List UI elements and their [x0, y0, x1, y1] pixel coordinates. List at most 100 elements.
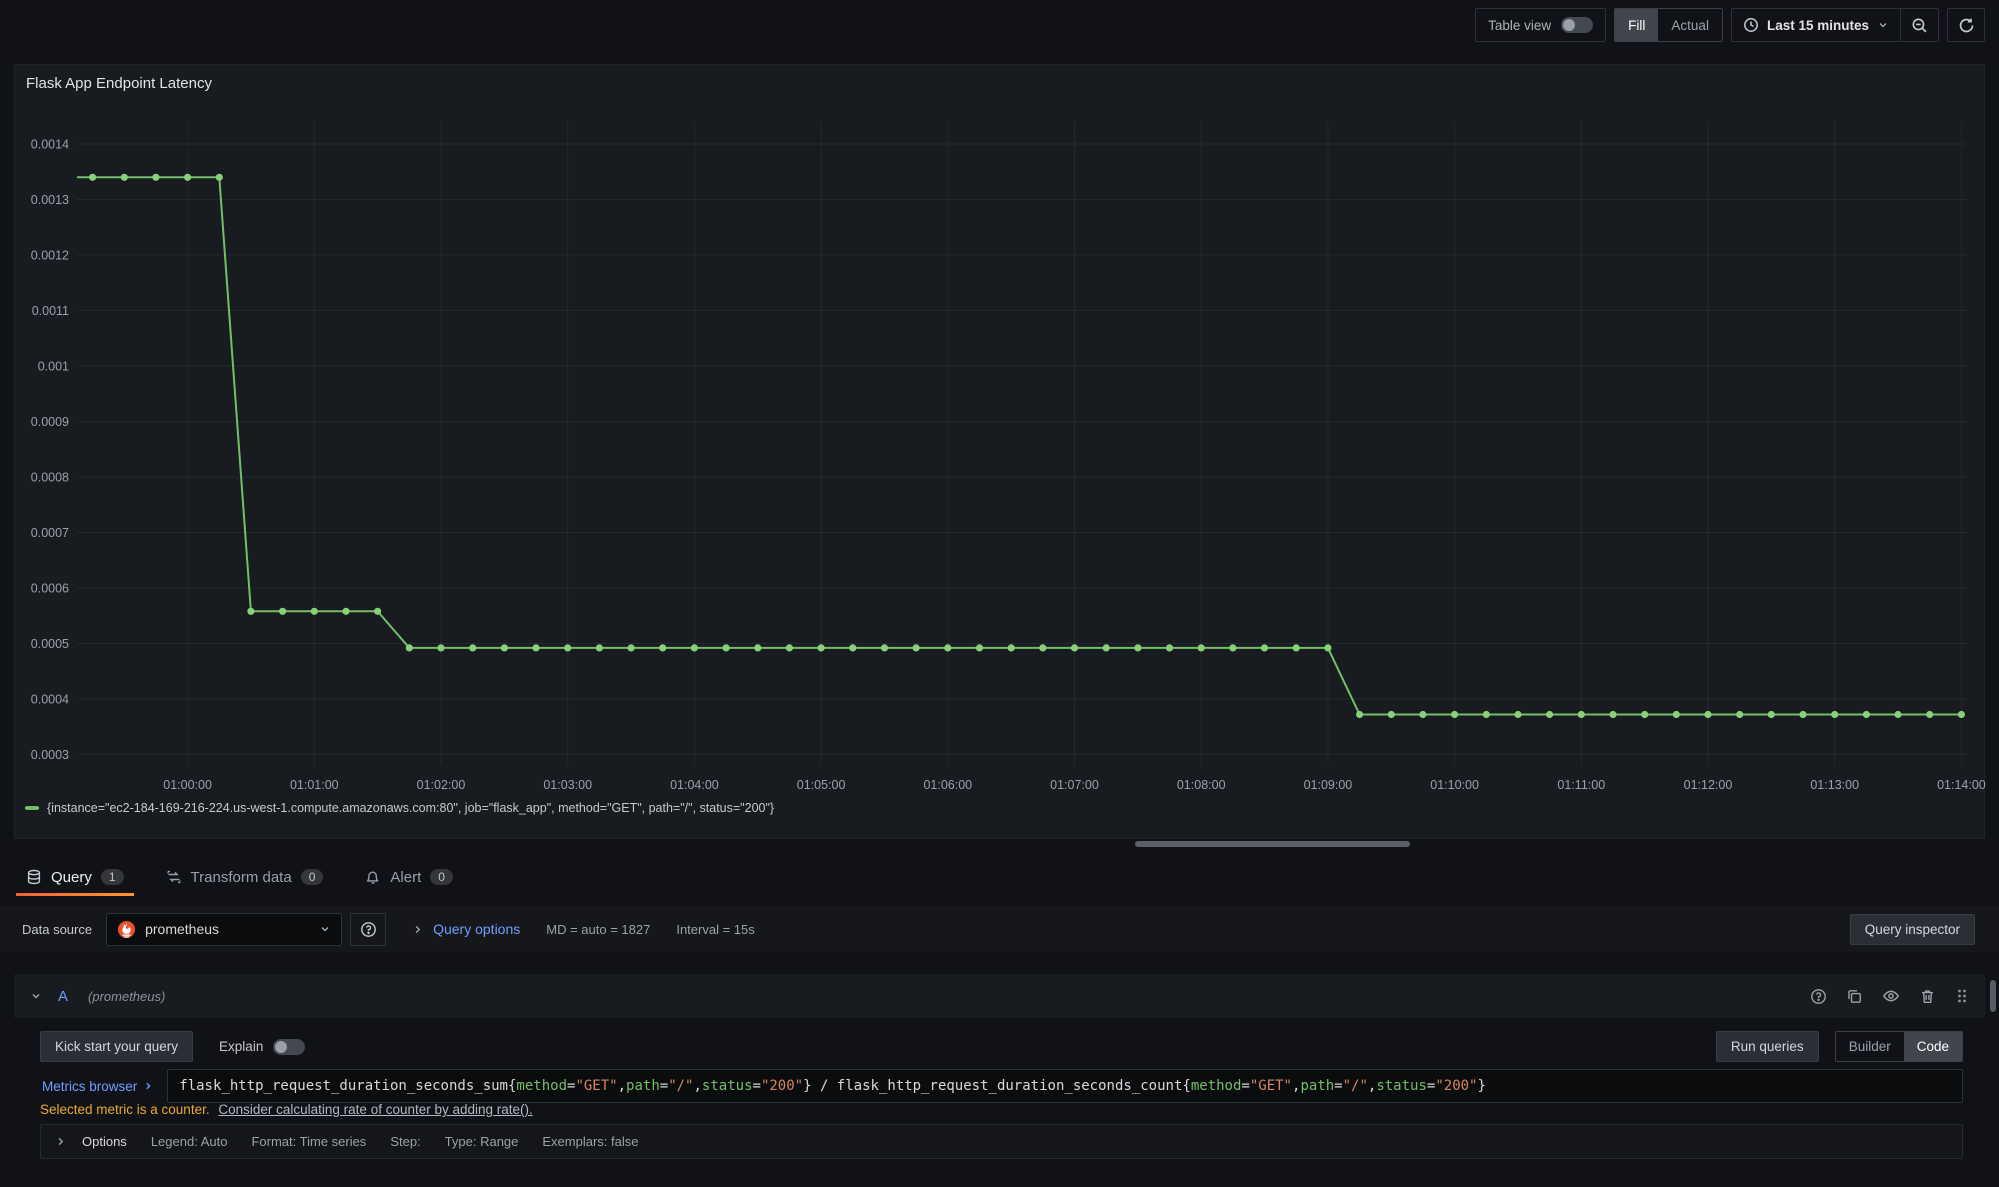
time-picker-group: Last 15 minutes — [1731, 8, 1939, 42]
data-point — [1229, 644, 1236, 651]
horizontal-scrollbar[interactable] — [1135, 841, 1410, 847]
y-axis-tick-label: 0.0013 — [31, 193, 69, 207]
refresh-button[interactable] — [1947, 8, 1985, 42]
promql-token-value: "200" — [1435, 1078, 1477, 1094]
data-point — [1483, 711, 1490, 718]
data-point — [596, 644, 603, 651]
drag-handle[interactable] — [1955, 988, 1969, 1004]
x-axis-tick-label: 01:06:00 — [923, 778, 972, 792]
query-inspector-button[interactable]: Query inspector — [1850, 914, 1975, 945]
promql-token-plain: = — [1334, 1078, 1342, 1094]
latency-chart[interactable]: 0.00140.00130.00120.00110.0010.00090.000… — [15, 65, 1986, 797]
chevron-down-icon — [319, 923, 331, 935]
query-options-label: Query options — [433, 921, 520, 937]
promql-token-label: method — [516, 1078, 567, 1094]
table-view-toggle[interactable] — [1561, 17, 1593, 33]
x-axis-tick-label: 01:01:00 — [290, 778, 339, 792]
promql-token-plain: , — [618, 1078, 626, 1094]
tab-query[interactable]: Query 1 — [16, 858, 134, 896]
tab-transform-label: Transform data — [191, 869, 292, 886]
counter-warning: Selected metric is a counter. Consider c… — [40, 1102, 533, 1117]
promql-token-plain: flask_http_request_duration_seconds_sum{ — [179, 1078, 516, 1094]
time-range-button[interactable]: Last 15 minutes — [1732, 9, 1900, 41]
actual-button[interactable]: Actual — [1658, 9, 1722, 41]
data-point — [1641, 711, 1648, 718]
explain-label: Explain — [219, 1039, 263, 1054]
eye-icon — [1882, 987, 1900, 1005]
toggle-visibility-button[interactable] — [1882, 987, 1900, 1005]
data-point — [628, 644, 635, 651]
code-mode-button[interactable]: Code — [1904, 1032, 1962, 1061]
data-point — [1704, 711, 1711, 718]
bell-icon — [365, 869, 381, 885]
data-point — [437, 644, 444, 651]
data-point — [469, 644, 476, 651]
x-axis-tick-label: 01:02:00 — [417, 778, 466, 792]
y-axis-tick-label: 0.0006 — [31, 582, 69, 596]
kick-start-query-button[interactable]: Kick start your query — [40, 1031, 193, 1062]
builder-mode-button[interactable]: Builder — [1836, 1032, 1904, 1061]
metrics-browser-toggle[interactable]: Metrics browser — [40, 1079, 167, 1094]
datasource-help-button[interactable] — [350, 913, 386, 946]
promql-input[interactable]: flask_http_request_duration_seconds_sum{… — [167, 1069, 1963, 1103]
data-point — [1103, 644, 1110, 651]
data-point — [1863, 711, 1870, 718]
legend-item[interactable]: {instance="ec2-184-169-216-224.us-west-1… — [25, 801, 774, 815]
y-axis-tick-label: 0.0014 — [31, 138, 69, 152]
data-point — [1166, 644, 1173, 651]
options-meta: Legend: AutoFormat: Time seriesStep:Type… — [151, 1134, 639, 1149]
promql-token-plain: = — [1241, 1078, 1249, 1094]
data-point — [184, 174, 191, 181]
query-ref-id: A — [58, 988, 68, 1005]
prometheus-logo-icon — [117, 920, 136, 939]
builder-code-group: Builder Code — [1835, 1031, 1963, 1062]
options-meta-item: Format: Time series — [251, 1134, 366, 1149]
options-label: Options — [82, 1134, 127, 1149]
data-point — [1958, 711, 1965, 718]
data-point — [913, 644, 920, 651]
tab-alert[interactable]: Alert 0 — [355, 858, 463, 896]
y-axis-tick-label: 0.0008 — [31, 471, 69, 485]
promql-token-value: "GET" — [575, 1078, 617, 1094]
vertical-scrollbar[interactable] — [1990, 980, 1996, 1012]
promql-token-label: path — [1300, 1078, 1334, 1094]
query-options-toggle[interactable]: Query options — [412, 921, 520, 937]
data-point — [532, 644, 539, 651]
run-queries-button[interactable]: Run queries — [1716, 1031, 1819, 1062]
duplicate-query-button[interactable] — [1846, 988, 1863, 1005]
chevron-down-icon — [1877, 19, 1889, 31]
x-axis-tick-label: 01:13:00 — [1810, 778, 1859, 792]
data-point — [342, 608, 349, 615]
promql-token-label: status — [702, 1078, 753, 1094]
tab-transform-data[interactable]: Transform data 0 — [156, 858, 334, 896]
warning-text: Selected metric is a counter. — [40, 1102, 210, 1117]
data-point — [564, 644, 571, 651]
data-point — [406, 644, 413, 651]
fill-button[interactable]: Fill — [1615, 9, 1658, 41]
explain-toggle[interactable] — [273, 1039, 305, 1055]
data-point — [976, 644, 983, 651]
warning-rate-link[interactable]: Consider calculating rate of counter by … — [218, 1102, 532, 1117]
legend-label: {instance="ec2-184-169-216-224.us-west-1… — [47, 801, 774, 815]
data-point — [1071, 644, 1078, 651]
delete-query-button[interactable] — [1919, 988, 1936, 1005]
promql-editor-row: Metrics browser flask_http_request_durat… — [40, 1069, 1963, 1103]
datasource-label: Data source — [22, 922, 92, 937]
query-row-header[interactable]: A (prometheus) — [14, 974, 1985, 1018]
query-help-button[interactable] — [1810, 988, 1827, 1005]
promql-token-label: method — [1191, 1078, 1242, 1094]
data-point — [786, 644, 793, 651]
explain-group: Explain — [219, 1039, 305, 1055]
x-axis-tick-label: 01:04:00 — [670, 778, 719, 792]
data-point — [1578, 711, 1585, 718]
zoom-out-button[interactable] — [1900, 9, 1938, 41]
data-point — [1293, 644, 1300, 651]
data-point — [1673, 711, 1680, 718]
data-point — [1799, 711, 1806, 718]
interval-value: Interval = 15s — [676, 922, 754, 937]
datasource-picker[interactable]: prometheus — [106, 913, 342, 946]
x-axis-tick-label: 01:00:00 — [163, 778, 212, 792]
query-options-collapsed-row[interactable]: Options Legend: AutoFormat: Time seriesS… — [40, 1124, 1963, 1159]
data-point — [849, 644, 856, 651]
collapse-chevron-icon[interactable] — [30, 990, 42, 1002]
